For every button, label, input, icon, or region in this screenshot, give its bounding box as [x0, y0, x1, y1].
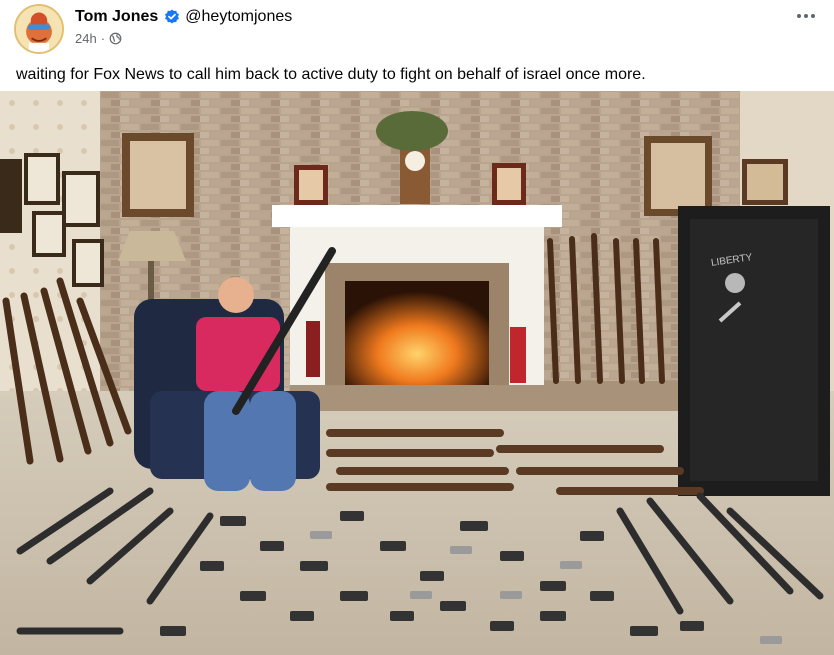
- post-image[interactable]: LIBERTY: [0, 91, 834, 655]
- post-meta: 24h ·: [75, 29, 122, 47]
- verified-badge-icon: [165, 9, 180, 24]
- post-header: Tom Jones @heytomjones 24h ·: [0, 0, 834, 60]
- social-post: Tom Jones @heytomjones 24h · waiting for…: [0, 0, 834, 655]
- author-line: Tom Jones @heytomjones: [75, 6, 292, 28]
- author-handle[interactable]: @heytomjones: [185, 8, 292, 26]
- more-dots-icon: [797, 14, 801, 18]
- author-name[interactable]: Tom Jones: [75, 8, 158, 26]
- post-caption: waiting for Fox News to call him back to…: [16, 66, 646, 83]
- post-timestamp[interactable]: 24h: [75, 31, 97, 46]
- author-avatar[interactable]: [14, 4, 64, 54]
- gun-collection-photo: LIBERTY: [0, 91, 834, 655]
- more-options-button[interactable]: [792, 4, 820, 28]
- cartoon-avatar-icon: [16, 6, 62, 52]
- globe-icon[interactable]: [109, 32, 122, 45]
- meta-separator: ·: [100, 30, 106, 46]
